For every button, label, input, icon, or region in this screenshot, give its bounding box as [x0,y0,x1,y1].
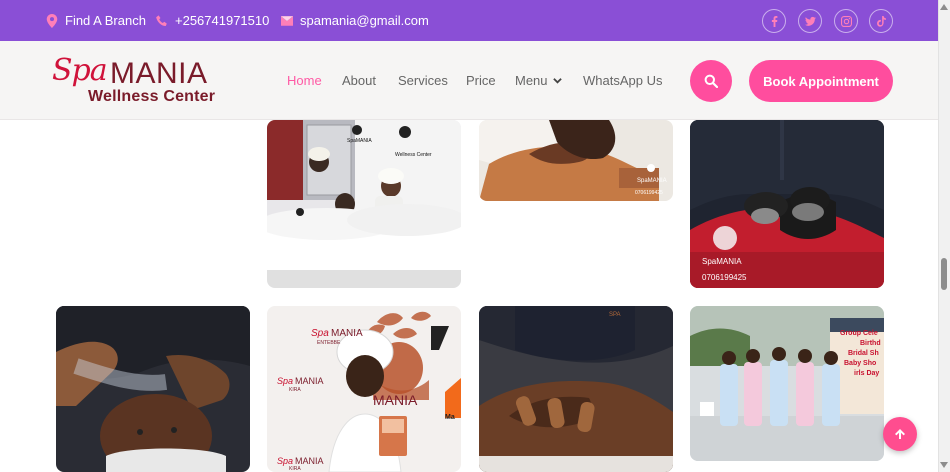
nav-whatsapp[interactable]: WhatsApp Us [583,41,662,120]
facebook-icon [771,15,777,27]
group-poster-line-3: Bridal Sh [848,350,879,357]
poster-spa-text-1: Spa [311,328,329,339]
tiktok-link[interactable] [869,9,893,33]
twitter-link[interactable] [798,9,822,33]
mask-watermark-spa: SpaMANIA [702,257,742,266]
gallery-photo-foot-massage[interactable]: SpaMANIA 0706199425 [479,120,673,201]
poster-mania-text-3: MANIA [295,456,324,466]
mask-watermark-phone: 0706199425 [702,273,747,282]
chevron-down-icon [552,78,562,84]
tiktok-icon [876,15,886,27]
facebook-link[interactable] [762,9,786,33]
envelope-icon [281,15,293,26]
poster-spa-text-2: Spa [277,376,294,386]
gallery-photo-group-robes[interactable]: Group Cele Birthd Bridal Sh Baby Sho irl… [690,306,884,461]
scroll-up-arrow-icon[interactable] [940,4,948,10]
jacuzzi-watermark-wellness: Wellness Center [395,152,432,158]
poster-spa-text-3: Spa [277,456,294,466]
logo-spa-text: Spa [52,53,108,88]
gallery-photo-facial-mask[interactable]: SpaMANIA 0706199425 [690,120,884,288]
find-branch-link[interactable]: Find A Branch [46,0,146,41]
site-header: Spa MANIA Wellness Center Home About Ser… [0,41,938,120]
svg-text:SPA: SPA [609,312,621,318]
group-poster-line-5: irls Day [854,370,880,377]
nav-menu-label: Menu [515,73,548,88]
gallery-photo-jacuzzi[interactable]: SpaMANIA Wellness Center [267,120,461,288]
book-appointment-button[interactable]: Book Appointment [749,60,893,102]
jacuzzi-watermark-spa: SpaMANIA [347,138,372,144]
page-scrollbar[interactable] [938,0,950,472]
phone-icon [156,14,167,26]
search-icon [704,74,718,88]
brand-logo[interactable]: Spa MANIA Wellness Center [52,51,242,111]
twitter-icon [804,16,816,26]
page: Find A Branch +256741971510 spamania@gma… [0,0,950,472]
nav-about[interactable]: About [342,41,376,120]
logo-subtitle: Wellness Center [88,88,216,105]
email-address: spamania@gmail.com [300,13,429,28]
gallery-photo-back-massage[interactable]: SPA [479,306,673,472]
group-poster-line-4: Baby Sho [844,360,877,367]
poster-mania-text-1: MANIA [331,328,363,339]
nav-services[interactable]: Services [398,41,448,120]
scrollbar-thumb[interactable] [941,258,947,290]
nav-home[interactable]: Home [287,41,322,120]
jacuzzi-image [267,120,461,288]
logo-mania-text: MANIA [110,57,208,90]
gallery-photo-poster[interactable]: Spa MANIA ENTEBBE Spa MANIA KIRA MANIA M… [267,306,461,472]
find-branch-label: Find A Branch [65,13,146,28]
foot-massage-image [479,120,673,201]
poster-ma-text: Ma [445,414,455,421]
instagram-link[interactable] [834,9,858,33]
nav-price[interactable]: Price [466,41,496,120]
phone-link[interactable]: +256741971510 [156,0,269,41]
foot-watermark-phone: 0706199425 [635,190,663,196]
group-poster-line-1: Group Cele [840,330,878,337]
poster-kira-text-1: KIRA [289,387,301,393]
foot-watermark-spa: SpaMANIA [637,178,667,184]
email-link[interactable]: spamania@gmail.com [281,0,429,41]
scroll-down-arrow-icon[interactable] [940,462,948,468]
arrow-up-icon [895,429,905,439]
instagram-icon [840,15,852,27]
group-poster-line-2: Birthd [860,340,881,347]
phone-number: +256741971510 [175,13,270,28]
back-massage-image: SPA [479,306,673,472]
back-to-top-button[interactable] [883,417,917,451]
poster-entebbe-text: ENTEBBE [317,340,341,346]
poster-mania-text-2: MANIA [295,376,324,386]
gallery-photo-facial-steam[interactable] [56,306,250,472]
poster-kira-text-2: KIRA [289,466,301,472]
nav-menu[interactable]: Menu [515,41,562,120]
search-button[interactable] [690,60,732,102]
top-bar: Find A Branch +256741971510 spamania@gma… [0,0,938,41]
map-pin-icon [46,13,58,28]
poster-mania-text-big: MANIA [373,392,418,408]
facial-steam-image [56,306,250,472]
